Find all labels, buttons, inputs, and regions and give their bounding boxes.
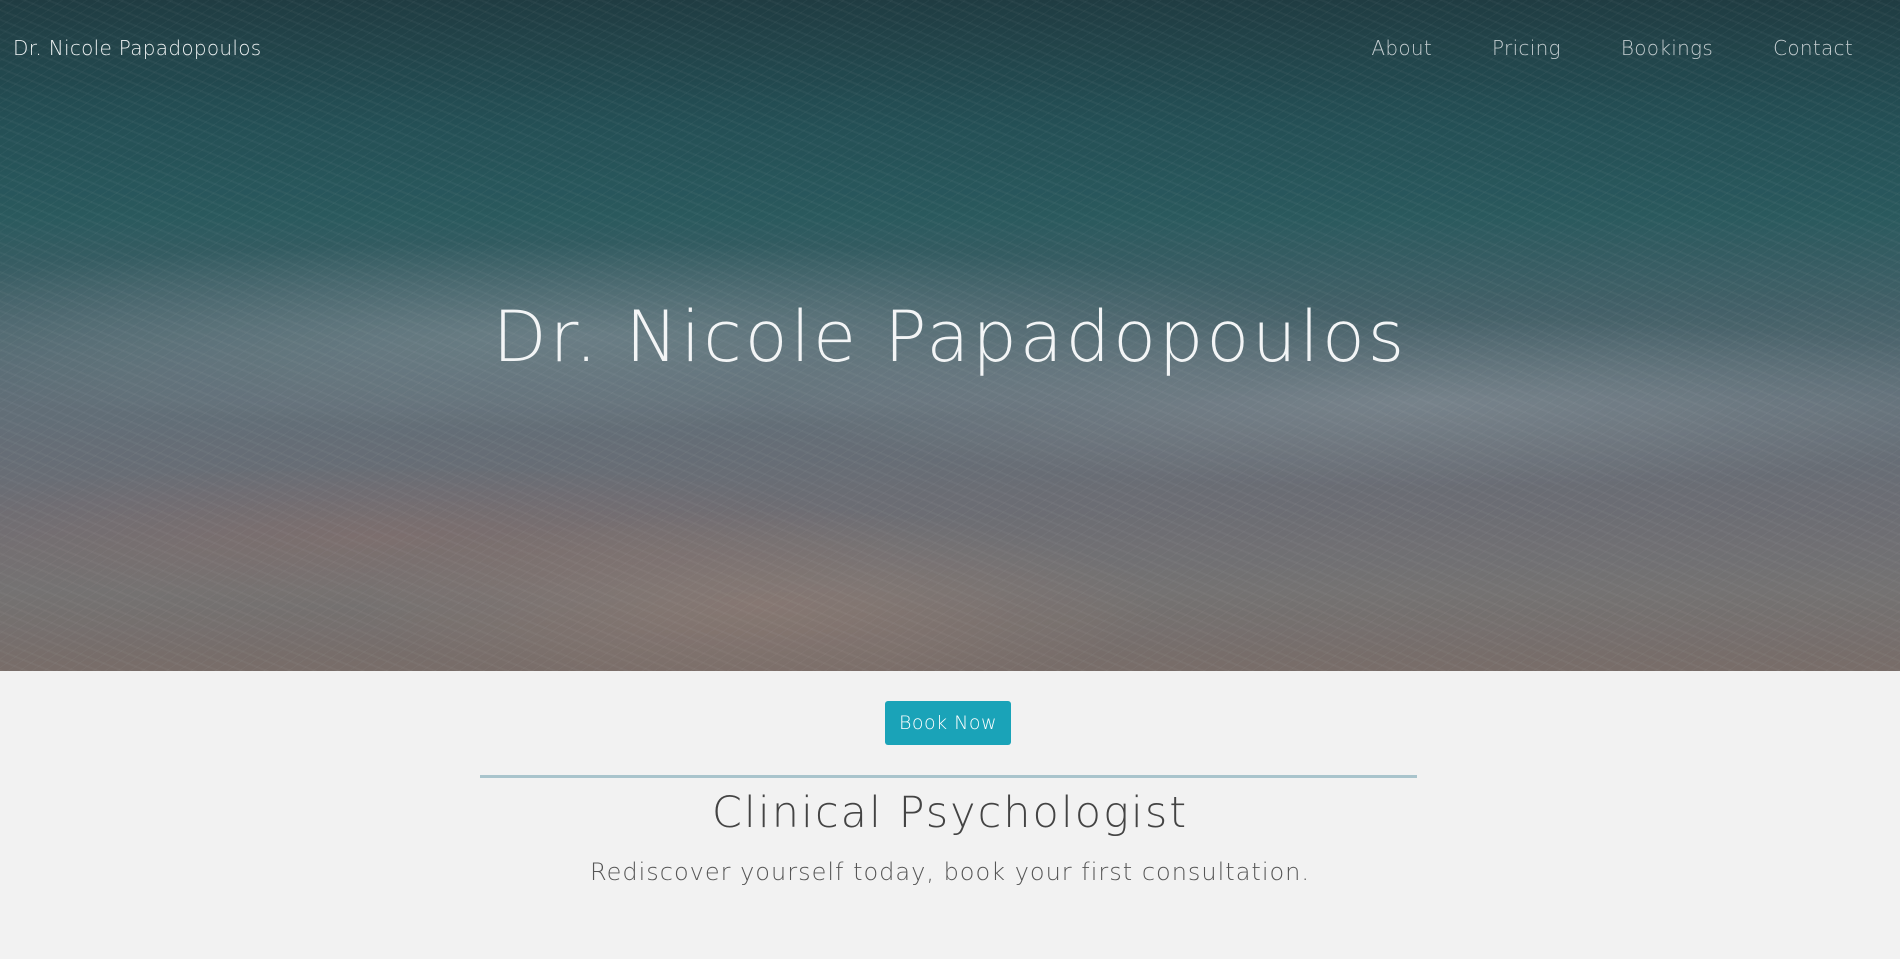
nav-item-about[interactable]: About	[1371, 36, 1432, 60]
nav-item-bookings[interactable]: Bookings	[1621, 36, 1713, 60]
book-now-button[interactable]: Book Now	[885, 701, 1011, 745]
hero-section: Dr. Nicole Papadopoulos About Pricing Bo…	[0, 0, 1900, 671]
nav-item-pricing[interactable]: Pricing	[1492, 36, 1561, 60]
main-nav: About Pricing Bookings Contact	[1311, 36, 1853, 60]
nav-item-contact[interactable]: Contact	[1773, 36, 1853, 60]
page-subtitle: Clinical Psychologist	[711, 788, 1189, 838]
tagline-text: Rediscover yourself today, book your fir…	[589, 858, 1311, 886]
section-divider	[480, 775, 1417, 778]
hero-title: Dr. Nicole Papadopoulos	[492, 296, 1408, 378]
brand-link[interactable]: Dr. Nicole Papadopoulos	[13, 36, 262, 60]
